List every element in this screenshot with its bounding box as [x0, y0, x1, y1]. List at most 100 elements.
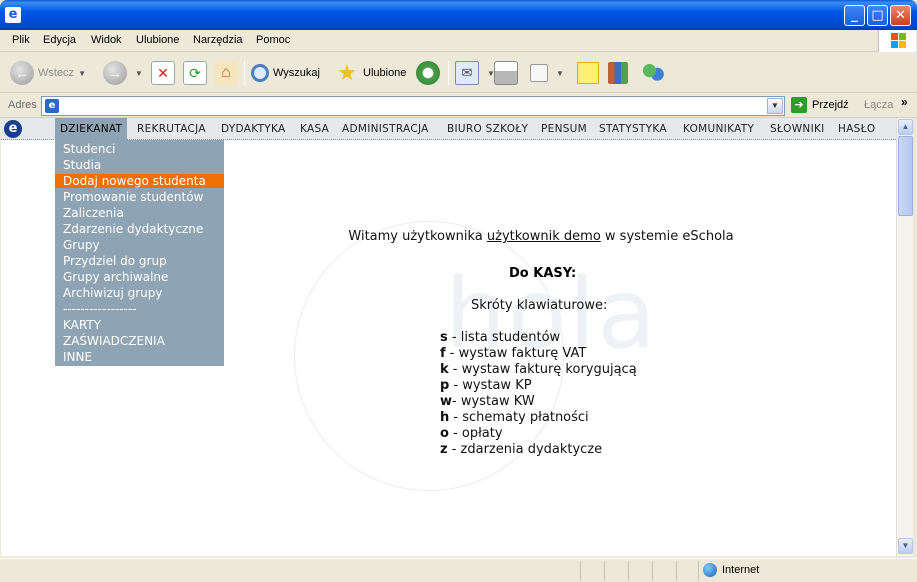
minimize-button[interactable]: _ [844, 5, 865, 26]
menu-item-karty[interactable]: KARTY [63, 318, 101, 332]
research-button[interactable] [608, 59, 632, 87]
menu-item-zaliczenia[interactable]: Zaliczenia [63, 206, 124, 220]
edit-page-icon [530, 64, 548, 82]
scroll-up-icon[interactable]: ▲ [898, 119, 913, 135]
nav-statystyka[interactable]: STATYSTYKA [594, 118, 672, 140]
menu-item-grupy-archiwalne[interactable]: Grupy archiwalne [63, 270, 168, 284]
page-icon: e [45, 99, 59, 113]
menu-item-studenci[interactable]: Studenci [63, 142, 115, 156]
back-dropdown-icon[interactable]: ▼ [78, 69, 86, 78]
windows-logo [878, 30, 916, 52]
nav-dydaktyka[interactable]: DYDAKTYKA [216, 118, 291, 140]
nav-rekrutacja[interactable]: REKRUTACJA [132, 118, 211, 140]
menu-item-przydziel-do-grup[interactable]: Przydziel do grup [63, 254, 167, 268]
maximize-button[interactable]: □ [867, 5, 888, 26]
forward-dropdown-icon[interactable]: ▼ [135, 69, 143, 78]
nav-pensum[interactable]: PENSUM [536, 118, 592, 140]
back-label: Wstecz [38, 67, 75, 79]
page-content: hola e DZIEKANAT REKRUTACJA DYDAKTYKA KA… [1, 118, 896, 556]
mail-button[interactable]: ✉ ▼ [455, 59, 495, 87]
messenger-button[interactable] [641, 59, 669, 87]
shortcut-key: p [440, 378, 450, 393]
menu-bar: Plik Edycja Widok Ulubione Narzędzia Pom… [0, 30, 917, 52]
welcome-user-link[interactable]: użytkownik demo [487, 229, 601, 244]
menu-item-archiwizuj-grupy[interactable]: Archiwizuj grupy [63, 286, 163, 300]
mail-icon: ✉ [455, 61, 479, 85]
shortcut-key: h [440, 410, 450, 425]
nav-haslo[interactable]: HASŁO [833, 118, 880, 140]
menu-favorites[interactable]: Ulubione [136, 34, 179, 46]
menu-file[interactable]: Plik [12, 34, 30, 46]
back-button[interactable]: ← Wstecz ▼ [10, 59, 86, 87]
search-icon [251, 64, 269, 82]
shortcut-desc: - lista studentów [447, 330, 561, 345]
menu-item-zaswiadczenia[interactable]: ZAŚWIADCZENIA [63, 334, 165, 348]
home-button[interactable]: ⌂ [214, 59, 242, 87]
menu-item-dodaj-nowego-studenta[interactable]: Dodaj nowego studenta [55, 174, 224, 188]
discuss-button[interactable] [577, 59, 603, 87]
window-titlebar[interactable]: e _ □ ✕ [0, 0, 917, 30]
scroll-down-icon[interactable]: ▼ [898, 538, 913, 554]
history-button[interactable] [416, 59, 444, 87]
links-label[interactable]: Łącza [864, 99, 893, 111]
refresh-icon: ⟳ [183, 61, 207, 85]
nav-kasa[interactable]: KASA [295, 118, 334, 140]
search-button[interactable]: Wyszukaj [251, 59, 320, 87]
menu-item-promowanie-studentow[interactable]: Promowanie studentów [63, 190, 203, 204]
eschola-logo-icon[interactable]: e [4, 120, 22, 138]
forward-button[interactable]: → ▼ [103, 59, 143, 87]
edit-dropdown-icon[interactable]: ▼ [556, 69, 564, 78]
menu-help[interactable]: Pomoc [256, 34, 290, 46]
security-zone: Internet [703, 563, 759, 577]
scroll-thumb[interactable] [898, 136, 913, 216]
shortcut-row: p - wystaw KP [440, 378, 532, 393]
shortcut-row: f - wystaw fakturę VAT [440, 346, 586, 361]
favorites-label: Ulubione [363, 67, 407, 79]
shortcut-desc: - wystaw fakturę VAT [445, 346, 587, 361]
back-arrow-icon: ← [10, 61, 34, 85]
address-bar: Adres e ▼ ➔ Przejdź Łącza » [0, 94, 917, 118]
nav-dziekanat[interactable]: DZIEKANAT [55, 118, 128, 140]
status-cell [604, 561, 605, 581]
menu-edit[interactable]: Edycja [43, 34, 76, 46]
vertical-scrollbar[interactable]: ▲ ▼ [896, 118, 913, 556]
links-chevron-icon[interactable]: » [901, 95, 908, 109]
address-input[interactable]: e ▼ [41, 96, 785, 116]
close-button[interactable]: ✕ [890, 5, 911, 26]
toolbar-separator [448, 61, 449, 85]
shortcut-key: z [440, 442, 448, 457]
kasa-heading: Do KASY: [509, 266, 577, 281]
shortcut-key: s [440, 330, 448, 345]
status-cell [698, 561, 699, 581]
toolbar: ← Wstecz ▼ → ▼ ✕ ⟳ ⌂ Wyszukaj ★ Ulubione… [0, 53, 917, 93]
shortcut-desc: - wystaw KP [449, 378, 532, 393]
stop-icon: ✕ [151, 61, 175, 85]
stop-button[interactable]: ✕ [151, 59, 179, 87]
status-bar: Internet [0, 558, 917, 582]
search-label: Wyszukaj [273, 67, 320, 79]
menu-tools[interactable]: Narzędzia [193, 34, 243, 46]
shortcuts-heading: Skróty klawiaturowe: [471, 298, 608, 313]
status-cell [580, 561, 581, 581]
shortcut-desc: - opłaty [448, 426, 503, 441]
dziekanat-dropdown-menu: Studenci Studia Dodaj nowego studenta Pr… [55, 140, 224, 366]
print-button[interactable] [494, 59, 522, 87]
shortcut-row: s - lista studentów [440, 330, 560, 345]
nav-komunikaty[interactable]: KOMUNIKATY [678, 118, 759, 140]
home-icon: ⌂ [214, 61, 238, 85]
nav-biuro-szkoly[interactable]: BIURO SZKOŁY [442, 118, 533, 140]
refresh-button[interactable]: ⟳ [183, 59, 211, 87]
go-button[interactable]: ➔ Przejdź [791, 97, 849, 113]
status-cell [628, 561, 629, 581]
printer-icon [494, 61, 518, 85]
zone-label: Internet [722, 564, 760, 576]
nav-slowniki[interactable]: SŁOWNIKI [765, 118, 830, 140]
address-dropdown-icon[interactable]: ▼ [767, 98, 783, 114]
menu-item-inne[interactable]: INNE [63, 350, 92, 364]
edit-button[interactable]: ▼ [530, 59, 564, 87]
menu-item-studia[interactable]: Studia [63, 158, 101, 172]
shortcut-key: k [440, 362, 449, 377]
nav-administracja[interactable]: ADMINISTRACJA [337, 118, 434, 140]
menu-view[interactable]: Widok [91, 34, 122, 46]
favorites-button[interactable]: ★ Ulubione [335, 59, 406, 87]
